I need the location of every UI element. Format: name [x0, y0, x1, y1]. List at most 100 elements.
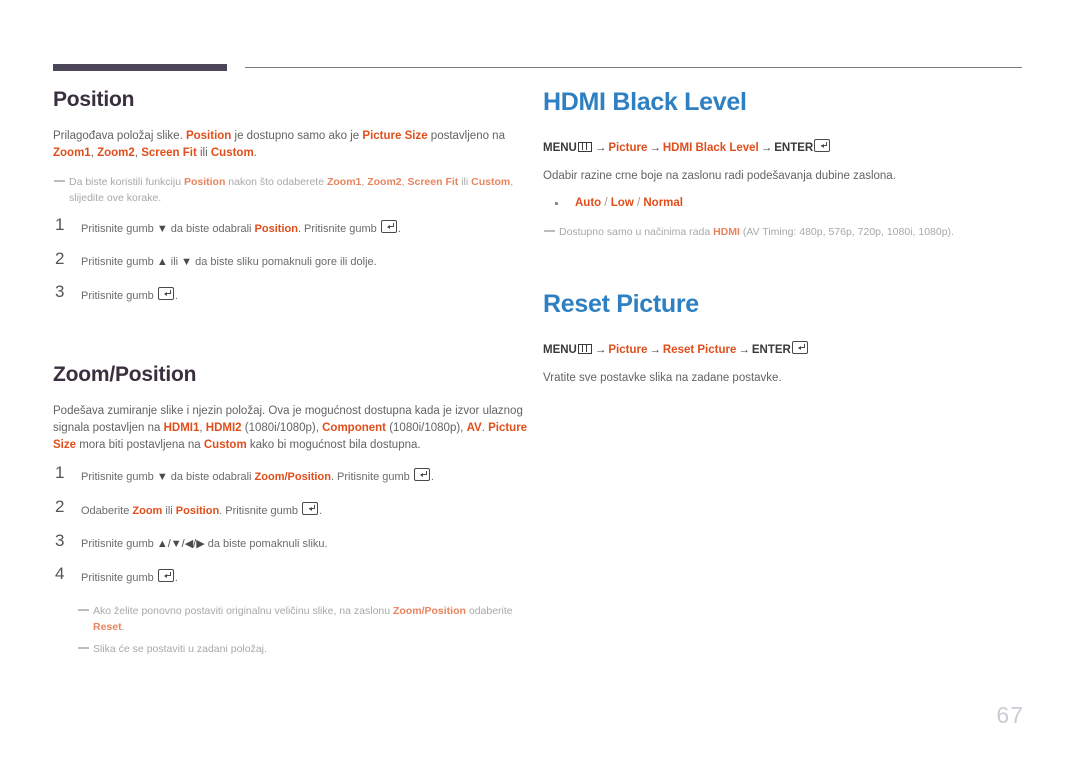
- text-run: (AV Timing: 480p, 576p, 720p, 1080i, 108…: [739, 226, 954, 238]
- highlight-custom: Custom: [203, 439, 247, 451]
- text-run: ili: [196, 147, 211, 159]
- enter-icon: [157, 569, 174, 582]
- arrow-right-icon: →: [760, 142, 773, 154]
- text-run: kako bi mogućnost bila dostupna.: [246, 439, 421, 451]
- hdmi-black-level-note: Dostupno samo u načinima rada HDMI (AV T…: [543, 224, 1023, 240]
- highlight-position: Position: [175, 505, 220, 517]
- step-item: 4 Pritisnite gumb .: [53, 565, 533, 586]
- text-run: .: [319, 505, 323, 517]
- text-run: Pritisnite gumb: [81, 256, 157, 268]
- highlight-picture-size: Picture Size: [362, 130, 428, 142]
- highlight-hdmi1: HDMI1: [163, 422, 200, 434]
- text-run: .: [430, 471, 434, 483]
- reset-picture-heading: Reset Picture: [543, 290, 699, 318]
- arrow-down-icon: ▼: [156, 471, 168, 483]
- page-number: 67: [996, 702, 1024, 728]
- step-number: 3: [55, 531, 65, 550]
- enter-label: ENTER: [774, 142, 814, 154]
- step-item: 2 Odaberite Zoom ili Position. Pritisnite…: [53, 497, 533, 519]
- text-run: Pritisnite gumb: [81, 223, 157, 235]
- text-run: ili: [162, 505, 176, 517]
- text-run: da biste sliku pomaknuli gore ili dolje.: [192, 256, 377, 268]
- highlight-hdmi: HDMI: [713, 226, 740, 238]
- left-column: Position Prilagođava položaj slike. Posi…: [53, 88, 533, 657]
- option-low: Low: [610, 197, 634, 209]
- right-column: HDMI Black Level MENU → Picture → HDMI Black…: [543, 88, 1023, 397]
- highlight-zoom-position: Zoom/Position: [254, 471, 331, 483]
- highlight-custom: Custom: [210, 147, 254, 159]
- step-number: 1: [55, 463, 65, 482]
- highlight-zoom1: Zoom1: [326, 176, 362, 188]
- position-intro-paragraph: Prilagođava položaj slike. Position je d…: [53, 128, 533, 162]
- text-run: . Pritisnite gumb: [330, 471, 413, 483]
- text-run: je dostupno samo ako je: [231, 130, 363, 142]
- arrow-right-icon: →: [594, 142, 607, 154]
- hdmi-black-level-options-list: Auto / Low / Normal: [543, 195, 1023, 212]
- enter-icon: [380, 220, 397, 233]
- zoom-position-heading: Zoom/Position: [53, 363, 197, 386]
- arrow-down-icon: ▼: [181, 256, 193, 268]
- text-run: . Pritisnite gumb: [219, 505, 302, 517]
- step-number: 1: [55, 215, 65, 234]
- option-normal: Normal: [643, 197, 683, 209]
- highlight-component: Component: [322, 422, 387, 434]
- reset-picture-menu-path: MENU → Picture → Reset Picture → ENTER: [543, 341, 1023, 359]
- menu-icon: [577, 344, 592, 354]
- menu-label: MENU: [543, 344, 577, 356]
- menu-label: MENU: [543, 142, 577, 154]
- zoom-position-steps-list: 1 Pritisnite gumb ▼ da biste odabrali Zoo…: [53, 463, 533, 586]
- text-run: da biste odabrali: [167, 223, 255, 235]
- menu-icon: [577, 142, 592, 152]
- arrow-up-icon: ▲: [156, 256, 168, 268]
- text-run: .: [397, 223, 401, 235]
- position-heading: Position: [53, 88, 135, 111]
- zoom-position-section: Zoom/Position Podešava zumiranje slike i…: [53, 363, 533, 657]
- enter-icon: [157, 287, 174, 300]
- step-number: 2: [55, 249, 65, 268]
- highlight-position: Position: [254, 223, 298, 235]
- highlight-zoom2: Zoom2: [367, 176, 402, 188]
- arrow-down-icon: ▼: [156, 223, 168, 235]
- zoom-position-note: Ako želite ponovno postaviti originalnu …: [77, 603, 533, 635]
- arrow-right-icon: →: [594, 344, 607, 356]
- direction-pad-arrows-icon: ▲/▼/◀/▶: [156, 538, 205, 550]
- text-run: .: [121, 621, 125, 633]
- highlight-av: AV: [466, 422, 482, 434]
- highlight-position: Position: [185, 130, 232, 142]
- text-run: (1080i/1080p),: [241, 422, 323, 434]
- menu-item-picture: Picture: [608, 142, 648, 154]
- option-auto: Auto: [575, 197, 602, 209]
- highlight-screen-fit: Screen Fit: [407, 176, 459, 188]
- zoom-position-note: Slika će se postaviti u zadani položaj.: [77, 641, 533, 657]
- hdmi-black-level-menu-path: MENU → Picture → HDMI Black Level → ENTER: [543, 139, 1023, 157]
- manual-page: Position Prilagođava položaj slike. Posi…: [0, 0, 1080, 763]
- step-item: 1 Pritisnite gumb ▼ da biste odabrali Pos…: [53, 215, 533, 237]
- text-run: mora biti postavljena na: [76, 439, 204, 451]
- position-note: Da biste koristili funkciju Position nak…: [53, 174, 533, 206]
- highlight-reset: Reset: [93, 621, 122, 633]
- step-number: 3: [55, 282, 65, 301]
- text-run: ili: [458, 176, 472, 188]
- menu-item-hdmi-black-level: HDMI Black Level: [662, 142, 759, 154]
- zoom-position-intro-paragraph: Podešava zumiranje slike i njezin položa…: [53, 403, 533, 454]
- highlight-zoom2: Zoom2: [97, 147, 135, 159]
- enter-icon: [814, 139, 831, 152]
- zoom-position-notes-wrapper: Ako želite ponovno postaviti originalnu …: [53, 603, 533, 657]
- highlight-hdmi2: HDMI2: [205, 422, 242, 434]
- step-item: 3 Pritisnite gumb ▲/▼/◀/▶ da biste pomakn…: [53, 531, 533, 552]
- text-run: . Pritisnite gumb: [297, 223, 380, 235]
- separator: /: [633, 197, 644, 209]
- enter-icon: [413, 468, 430, 481]
- text-run: Slika će se postaviti u zadani položaj.: [93, 643, 267, 655]
- hdmi-black-level-description: Odabir razine crne boje na zaslonu radi …: [543, 170, 896, 182]
- page-header: [0, 0, 1080, 80]
- header-thick-rule: [53, 64, 227, 71]
- step-item: 3 Pritisnite gumb .: [53, 282, 533, 304]
- reset-picture-description: Vratite sve postavke slika na zadane pos…: [543, 372, 782, 384]
- text-run: da biste pomaknuli sliku.: [204, 538, 328, 550]
- step-number: 2: [55, 497, 65, 516]
- text-run: .: [174, 290, 178, 302]
- text-run: Odaberite: [81, 505, 133, 517]
